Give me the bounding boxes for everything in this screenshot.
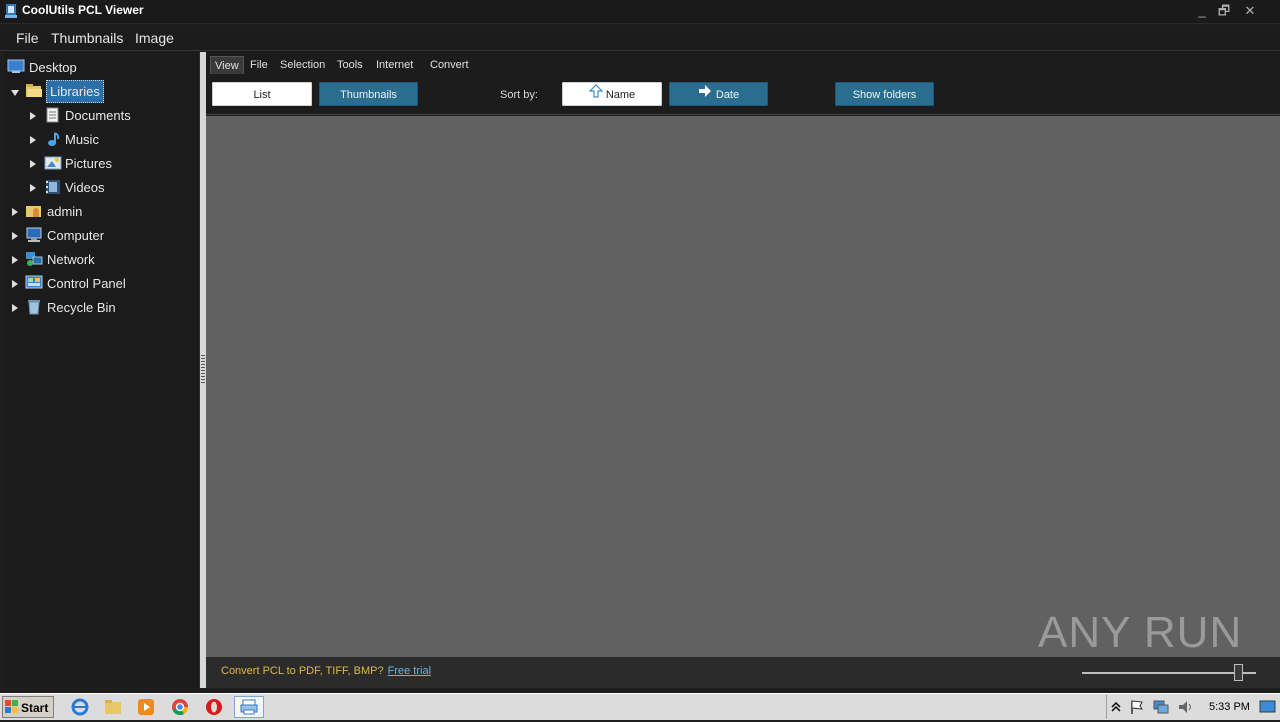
promo-text: Convert PCL to PDF, TIFF, BMP? Free trial bbox=[221, 665, 431, 677]
computer-icon bbox=[25, 227, 43, 243]
tree-item-videos[interactable]: Videos bbox=[6, 176, 196, 200]
arrow-up-icon bbox=[588, 83, 604, 107]
ribbon: View File Selection Tools Internet Conve… bbox=[206, 52, 1280, 115]
collapsed-arrow-icon[interactable] bbox=[10, 277, 20, 288]
menu-thumbnails[interactable]: Thumbnails bbox=[51, 30, 123, 46]
tree-label: Computer bbox=[47, 228, 105, 243]
media-player-icon[interactable] bbox=[136, 697, 156, 717]
app-printer-icon bbox=[4, 3, 18, 19]
tree-item-libraries[interactable]: Libraries bbox=[6, 80, 196, 104]
sort-by-label: Sort by: bbox=[500, 89, 538, 101]
start-label: Start bbox=[21, 701, 49, 715]
tree-item-computer[interactable]: Computer bbox=[6, 224, 196, 248]
desktop-icon bbox=[7, 58, 25, 74]
thumbnails-view-button[interactable]: Thumbnails bbox=[319, 82, 418, 106]
tree-label: Desktop bbox=[29, 60, 77, 75]
chrome-icon[interactable] bbox=[170, 697, 190, 717]
tree-item-recycle-bin[interactable]: Recycle Bin bbox=[6, 296, 196, 320]
tree-label: Videos bbox=[65, 180, 105, 195]
volume-icon[interactable] bbox=[1177, 699, 1193, 720]
show-folders-button[interactable]: Show folders bbox=[835, 82, 934, 106]
music-note-icon bbox=[44, 131, 62, 147]
zoom-slider-track[interactable] bbox=[1082, 672, 1256, 674]
close-button[interactable]: ✕ bbox=[1238, 2, 1262, 20]
system-tray: 5:33 PM bbox=[1106, 695, 1280, 719]
tree-label: Network bbox=[47, 252, 95, 267]
pcl-viewer-icon[interactable] bbox=[234, 696, 264, 718]
tree-item-network[interactable]: Network bbox=[6, 248, 196, 272]
network-icon bbox=[25, 251, 43, 267]
free-trial-link[interactable]: Free trial bbox=[388, 665, 431, 677]
sort-name-label: Name bbox=[605, 89, 636, 102]
user-folder-icon bbox=[25, 203, 43, 219]
sort-date-button[interactable]: Date bbox=[669, 82, 768, 106]
collapsed-arrow-icon[interactable] bbox=[10, 253, 20, 264]
expanded-arrow-icon[interactable] bbox=[10, 86, 20, 96]
list-view-button[interactable]: List bbox=[212, 82, 312, 106]
tree-label: Documents bbox=[65, 108, 131, 123]
collapsed-arrow-icon[interactable] bbox=[28, 181, 38, 192]
windows-logo-icon bbox=[5, 700, 19, 717]
start-button[interactable]: Start bbox=[2, 696, 54, 718]
tree-label: admin bbox=[47, 204, 83, 219]
sort-name-button[interactable]: Name bbox=[562, 82, 662, 106]
collapsed-arrow-icon[interactable] bbox=[28, 157, 38, 168]
tree-item-pictures[interactable]: Pictures bbox=[6, 152, 196, 176]
tab-file[interactable]: File bbox=[246, 56, 272, 74]
pictures-icon bbox=[44, 155, 62, 171]
menu-image[interactable]: Image bbox=[135, 30, 174, 46]
collapsed-arrow-icon[interactable] bbox=[28, 109, 38, 120]
show-hidden-icons-icon[interactable] bbox=[1111, 700, 1121, 718]
title-bar: CoolUtils PCL Viewer _ 🗗 ✕ bbox=[0, 0, 1280, 24]
thumbnail-area[interactable] bbox=[206, 116, 1280, 657]
promo-message: Convert PCL to PDF, TIFF, BMP? bbox=[221, 665, 384, 677]
clock[interactable]: 5:33 PM bbox=[1209, 701, 1250, 713]
tab-view[interactable]: View bbox=[210, 56, 244, 74]
tab-selection[interactable]: Selection bbox=[276, 56, 329, 74]
tab-convert[interactable]: Convert bbox=[426, 56, 473, 74]
zoom-slider-thumb[interactable] bbox=[1234, 664, 1244, 681]
watermark-logo: ANY RUN bbox=[1038, 608, 1243, 657]
opera-icon[interactable] bbox=[204, 697, 224, 717]
window-title: CoolUtils PCL Viewer bbox=[22, 3, 144, 17]
tab-tools[interactable]: Tools bbox=[333, 56, 367, 74]
control-panel-icon bbox=[25, 275, 43, 291]
folder-tree[interactable]: Desktop Libraries Documents Music Pictur… bbox=[4, 52, 200, 688]
collapsed-arrow-icon[interactable] bbox=[10, 229, 20, 240]
tree-item-desktop[interactable]: Desktop bbox=[6, 56, 196, 80]
tree-label: Pictures bbox=[65, 156, 112, 171]
tree-item-admin[interactable]: admin bbox=[6, 200, 196, 224]
sort-date-label: Date bbox=[715, 89, 740, 102]
status-bar: Convert PCL to PDF, TIFF, BMP? Free trial bbox=[206, 657, 1280, 688]
menu-file[interactable]: File bbox=[16, 30, 39, 46]
tree-label-selected: Libraries bbox=[46, 80, 104, 103]
tree-item-documents[interactable]: Documents bbox=[6, 104, 196, 128]
menu-bar: File Thumbnails Image bbox=[0, 25, 1280, 51]
collapsed-arrow-icon[interactable] bbox=[10, 205, 20, 216]
taskbar: Start 5:33 PM bbox=[0, 693, 1280, 720]
action-center-flag-icon[interactable] bbox=[1129, 699, 1145, 720]
show-desktop-icon[interactable] bbox=[1259, 699, 1277, 720]
minimize-button[interactable]: _ bbox=[1190, 2, 1214, 20]
splitter-grip[interactable] bbox=[201, 355, 205, 383]
tree-item-music[interactable]: Music bbox=[6, 128, 196, 152]
tree-label: Recycle Bin bbox=[47, 300, 116, 315]
collapsed-arrow-icon[interactable] bbox=[28, 133, 38, 144]
ie-icon[interactable] bbox=[70, 697, 90, 717]
tab-internet[interactable]: Internet bbox=[372, 56, 417, 74]
arrow-right-icon bbox=[698, 83, 712, 107]
collapsed-arrow-icon[interactable] bbox=[10, 301, 20, 312]
restore-button[interactable]: 🗗 bbox=[1212, 2, 1236, 20]
explorer-icon[interactable] bbox=[103, 697, 123, 717]
network-tray-icon[interactable] bbox=[1153, 699, 1169, 720]
tree-item-control-panel[interactable]: Control Panel bbox=[6, 272, 196, 296]
documents-icon bbox=[44, 107, 62, 123]
recycle-bin-icon bbox=[25, 299, 43, 315]
folder-open-icon bbox=[25, 83, 43, 99]
tree-label: Control Panel bbox=[47, 276, 126, 291]
videos-icon bbox=[44, 179, 62, 195]
tree-label: Music bbox=[65, 132, 99, 147]
